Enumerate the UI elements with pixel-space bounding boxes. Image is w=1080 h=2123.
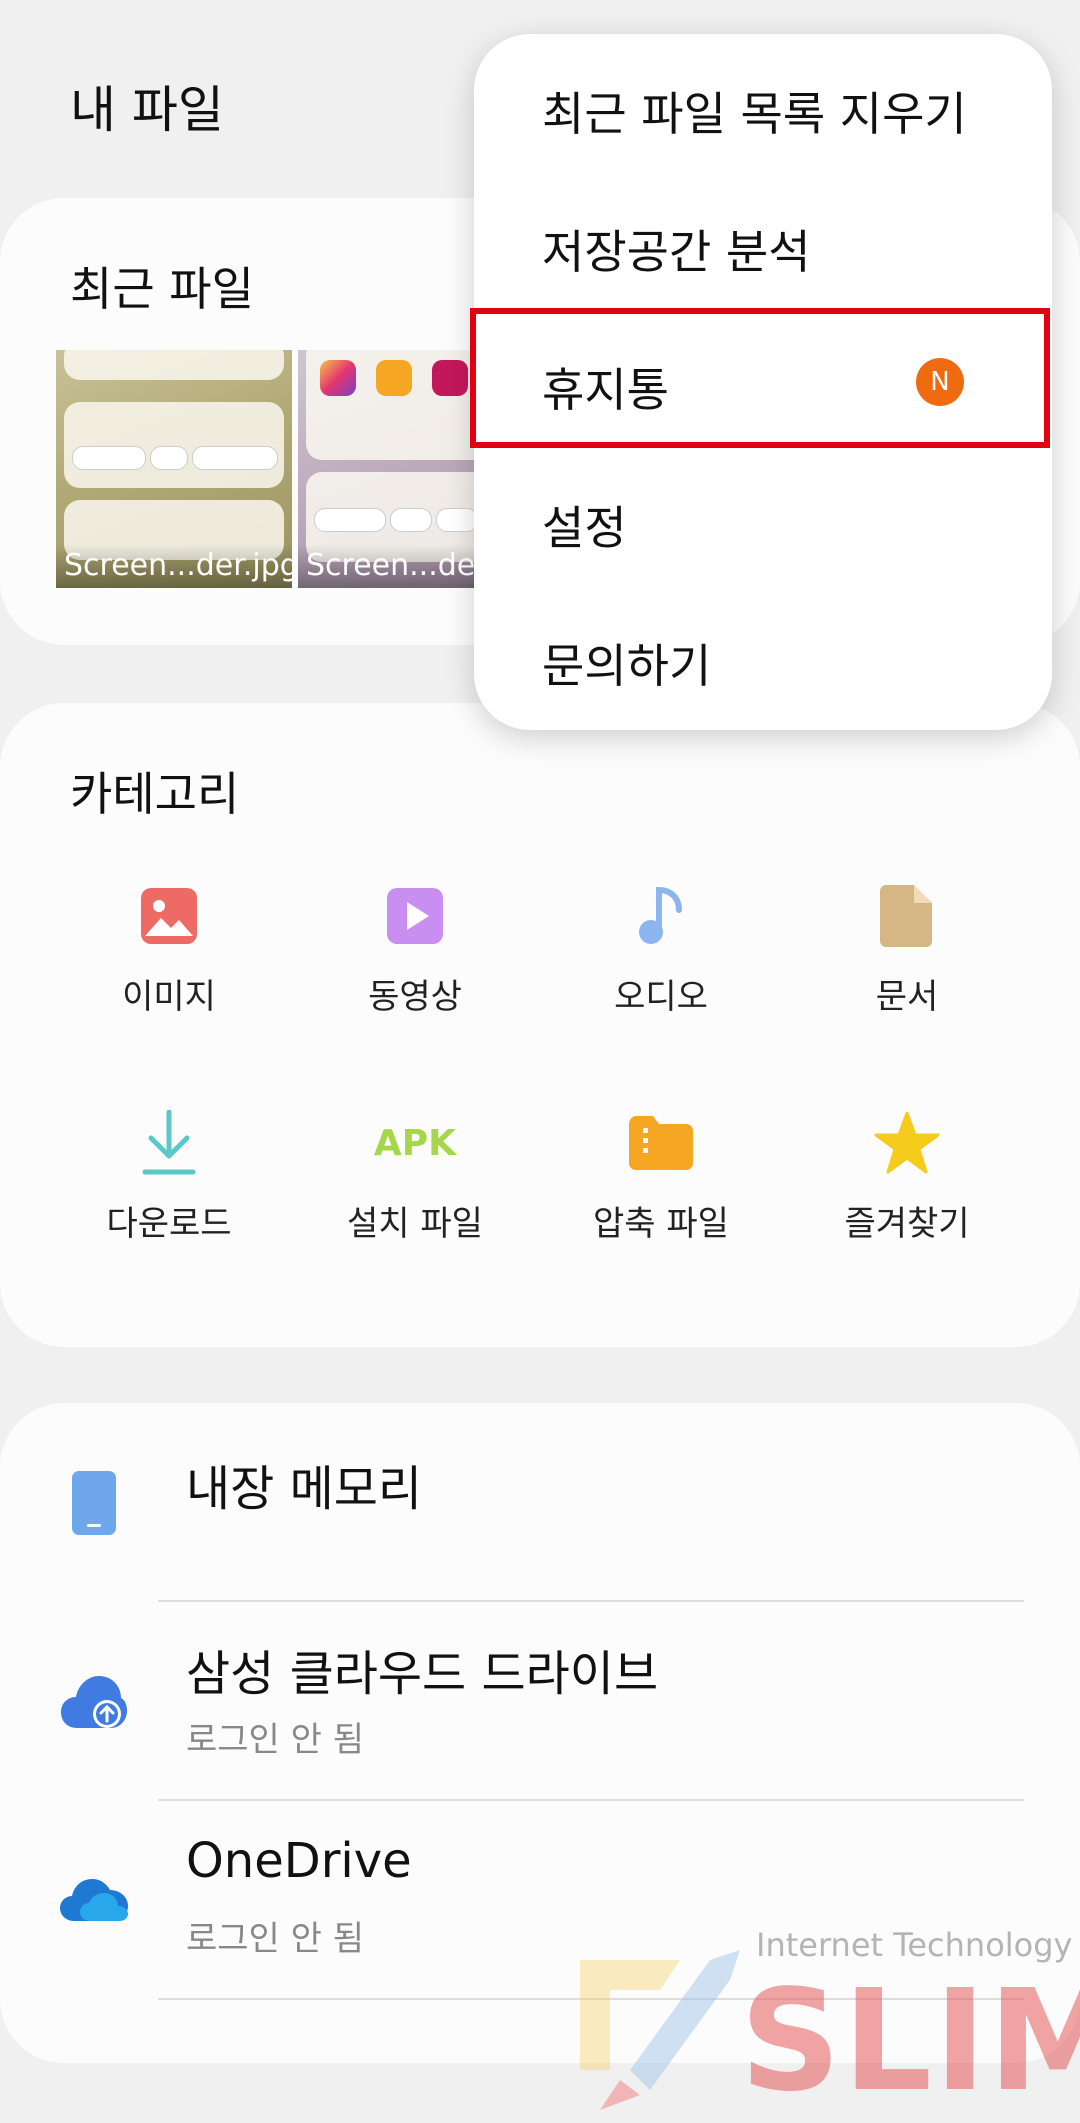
star-icon [872, 1108, 942, 1178]
audio-icon [626, 881, 696, 951]
menu-item-contact-us[interactable]: 문의하기 [474, 586, 1052, 724]
recent-file-thumbnail[interactable]: Screen...der.jpg [56, 350, 292, 588]
thumbnail-chip [72, 446, 146, 470]
download-icon [134, 1108, 204, 1178]
storage-card: 내장 메모리 삼성 클라우드 드라이브 로그인 안 됨 OneDrive 로그인… [0, 1403, 1080, 2063]
category-label: 이미지 [122, 977, 216, 1017]
overflow-menu: 최근 파일 목록 지우기 저장공간 분석 휴지통 N 설정 문의하기 [470, 34, 1052, 730]
menu-item-label: 설정 [542, 501, 627, 555]
thumbnail-chip [314, 508, 386, 532]
cloud-upload-icon [56, 1664, 132, 1740]
storage-status: 로그인 안 됨 [186, 1720, 365, 1760]
category-label: 동영상 [368, 977, 462, 1017]
document-icon [872, 881, 942, 951]
thumbnail-chip [436, 508, 478, 532]
recent-files-list: Screen...der.jpg Screen...der. [56, 350, 536, 588]
gallery-icon [432, 360, 468, 396]
instagram-icon [320, 360, 356, 396]
apk-icon-text: APK [373, 1122, 457, 1164]
recent-file-name: Screen...der.jpg [56, 544, 292, 588]
thumbnail-chip [192, 446, 278, 470]
storage-samsung-cloud[interactable]: 삼성 클라우드 드라이브 로그인 안 됨 [0, 1602, 1080, 1802]
category-label: 설치 파일 [347, 1204, 483, 1244]
category-images[interactable]: 이미지 [46, 881, 292, 1018]
menu-item-clear-recent[interactable]: 최근 파일 목록 지우기 [474, 34, 1052, 172]
storage-name: 내장 메모리 [186, 1461, 423, 1517]
menu-item-label: 최근 파일 목록 지우기 [542, 87, 967, 141]
storage-status: 로그인 안 됨 [186, 1919, 365, 1959]
category-compressed-files[interactable]: 압축 파일 [538, 1108, 784, 1245]
onedrive-icon [56, 1861, 132, 1937]
storage-onedrive[interactable]: OneDrive 로그인 안 됨 [0, 1801, 1080, 2001]
folder-icon [376, 360, 412, 396]
menu-item-settings[interactable]: 설정 [474, 448, 1052, 586]
category-label: 문서 [875, 977, 939, 1017]
video-icon [380, 881, 450, 951]
divider [158, 1998, 1024, 2000]
category-installation-files[interactable]: APK 설치 파일 [292, 1108, 538, 1245]
category-documents[interactable]: 문서 [784, 881, 1030, 1018]
thumbnail-chip [150, 446, 188, 470]
category-downloads[interactable]: 다운로드 [46, 1108, 292, 1245]
thumbnail-chip [390, 508, 432, 532]
archive-icon [626, 1108, 696, 1178]
storage-internal[interactable]: 내장 메모리 [0, 1403, 1080, 1603]
category-label: 즐겨찾기 [844, 1204, 970, 1244]
categories-title: 카테고리 [70, 767, 240, 821]
apk-icon: APK [374, 1108, 456, 1178]
image-icon [134, 881, 204, 951]
category-label: 압축 파일 [593, 1204, 729, 1244]
categories-card: 카테고리 이미지 동영상 오디오 문서 다운로드 APK 설치 파일 압축 파일… [0, 703, 1080, 1347]
storage-name: OneDrive [186, 1833, 412, 1889]
category-label: 다운로드 [106, 1204, 232, 1244]
category-favorites[interactable]: 즐겨찾기 [784, 1108, 1030, 1245]
category-audio[interactable]: 오디오 [538, 881, 784, 1018]
category-videos[interactable]: 동영상 [292, 881, 538, 1018]
app-title: 내 파일 [70, 81, 224, 139]
menu-item-label: 문의하기 [542, 639, 712, 693]
highlight-box [470, 308, 1050, 448]
menu-item-label: 저장공간 분석 [542, 225, 811, 279]
phone-icon [56, 1465, 132, 1541]
thumbnail-content [64, 350, 284, 380]
menu-item-storage-analysis[interactable]: 저장공간 분석 [474, 172, 1052, 310]
storage-name: 삼성 클라우드 드라이브 [186, 1646, 659, 1702]
category-label: 오디오 [614, 977, 708, 1017]
recent-files-title: 최근 파일 [70, 262, 254, 316]
thumbnail-content [64, 402, 284, 488]
menu-item-trash[interactable]: 휴지통 N [470, 308, 1052, 448]
